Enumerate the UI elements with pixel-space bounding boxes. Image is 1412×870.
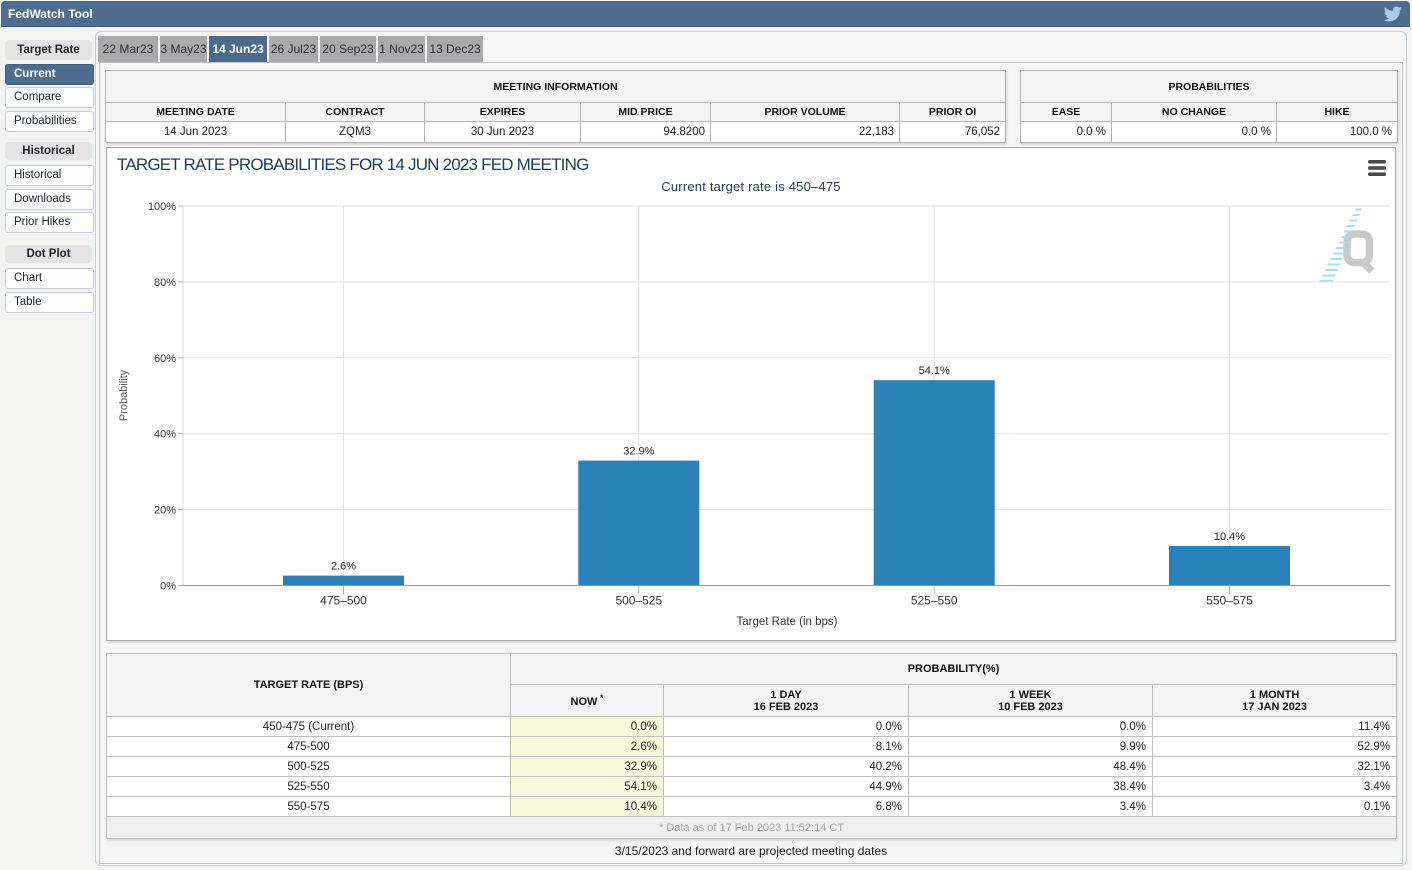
svg-text:500–525: 500–525 xyxy=(615,594,662,608)
svg-text:Probability: Probability xyxy=(118,369,130,421)
svg-text:Target Rate (in bps): Target Rate (in bps) xyxy=(737,616,838,628)
svg-text:20%: 20% xyxy=(154,505,176,517)
svg-text:550–575: 550–575 xyxy=(1206,594,1253,608)
svg-text:475–500: 475–500 xyxy=(320,594,367,608)
svg-text:525–550: 525–550 xyxy=(911,594,958,608)
svg-text:2.6%: 2.6% xyxy=(331,561,356,573)
svg-text:10.4%: 10.4% xyxy=(1214,531,1245,543)
svg-text:32.9%: 32.9% xyxy=(623,446,654,458)
svg-text:54.1%: 54.1% xyxy=(919,365,950,377)
svg-text:100%: 100% xyxy=(148,201,176,213)
svg-text:40%: 40% xyxy=(154,429,176,441)
svg-text:60%: 60% xyxy=(154,353,176,365)
svg-text:80%: 80% xyxy=(154,277,176,289)
svg-text:0%: 0% xyxy=(160,581,176,593)
